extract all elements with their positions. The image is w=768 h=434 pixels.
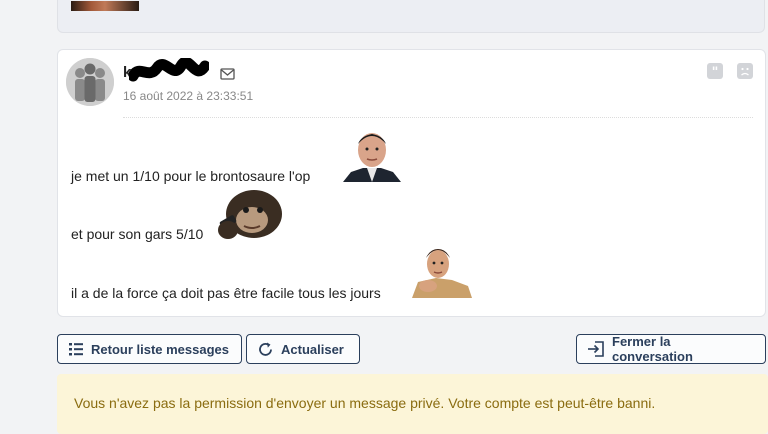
redaction-scribble xyxy=(129,58,209,82)
permission-notice: Vous n'avez pas la permission d'envoyer … xyxy=(57,374,768,434)
message-date: 16 août 2022 à 23:33:51 xyxy=(123,89,254,103)
message-line-2: et pour son gars 5/10 xyxy=(71,226,204,242)
close-button-label: Fermer la conversation xyxy=(612,334,693,364)
back-to-messages-button[interactable]: Retour liste messages xyxy=(57,334,242,364)
refresh-button[interactable]: Actualiser xyxy=(246,334,360,364)
man-in-suit-sticker xyxy=(343,133,401,182)
notice-text: Vous n'avez pas la permission d'envoyer … xyxy=(74,395,656,411)
message-line-1: je met un 1/10 pour le brontosaure l'op xyxy=(71,168,311,184)
chimp-on-phone-sticker xyxy=(218,190,282,239)
quote-icon[interactable]: " xyxy=(707,63,723,80)
svg-text:": " xyxy=(712,65,719,79)
refresh-button-label: Actualiser xyxy=(281,341,344,357)
envelope-icon[interactable] xyxy=(220,68,235,80)
message-card: k 16 août 2022 à 23:33:51 " je met un 1/… xyxy=(57,49,766,317)
list-icon xyxy=(69,343,83,356)
sad-face-icon[interactable] xyxy=(737,63,753,79)
avatar[interactable] xyxy=(66,58,114,106)
close-conversation-button[interactable]: Fermer la conversation xyxy=(576,334,766,364)
exit-door-icon xyxy=(588,341,604,357)
back-button-label: Retour liste messages xyxy=(91,341,230,357)
man-thinking-sticker xyxy=(412,249,472,298)
message-line-3: il a de la force ça doit pas être facile… xyxy=(71,285,381,301)
previous-message-card xyxy=(57,0,765,33)
sticker-image xyxy=(71,1,139,11)
divider xyxy=(123,117,753,118)
refresh-icon xyxy=(259,342,272,356)
